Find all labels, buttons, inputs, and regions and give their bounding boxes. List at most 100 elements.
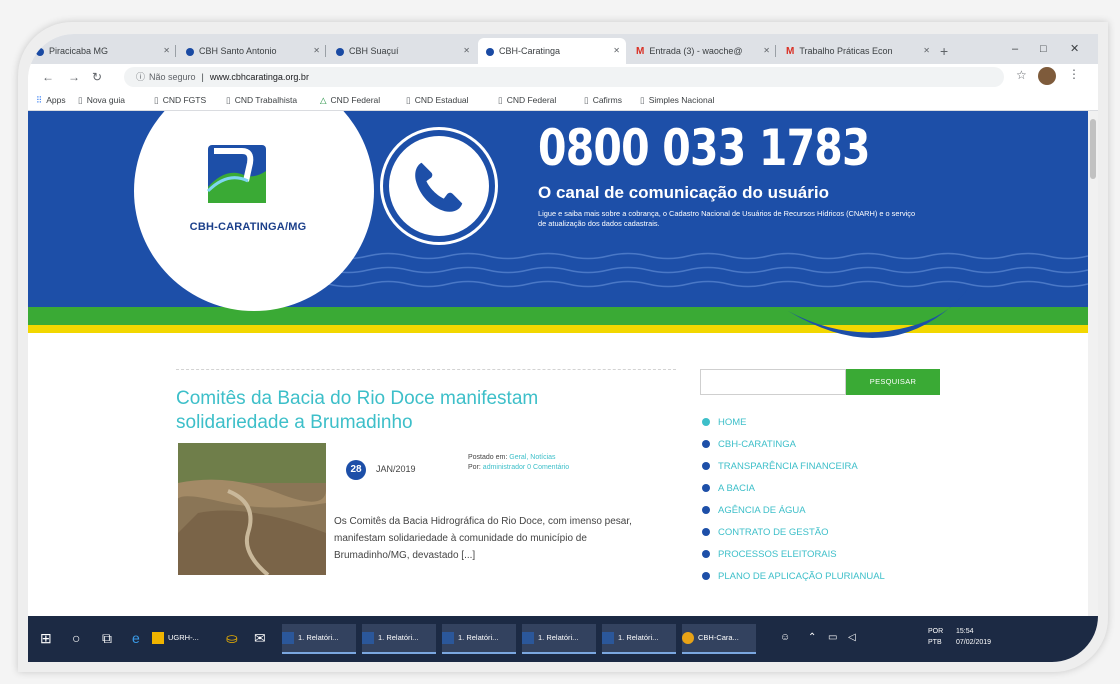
page-icon: ▯ (154, 95, 159, 105)
phone-description: Ligue e saiba mais sobre a cobrança, o C… (538, 209, 916, 228)
post-title[interactable]: Comitês da Bacia do Rio Doce manifestam … (176, 387, 646, 435)
new-tab-button[interactable]: + (940, 38, 948, 64)
info-icon[interactable]: ⓘ (136, 72, 145, 82)
bookmark-item[interactable]: ▯ Nova guia (78, 90, 125, 110)
word-icon (602, 632, 614, 645)
search-button[interactable]: PESQUISAR (846, 369, 940, 395)
post-date-day: 28 (346, 460, 366, 480)
post-comments-link[interactable]: 0 Comentário (527, 464, 569, 471)
bookmark-star-icon[interactable]: ☆ (1016, 68, 1027, 82)
tab-label: Piracicaba MG (49, 46, 109, 56)
browser-tab[interactable]: Piracicaba MG ✕ (28, 38, 176, 64)
bookmark-item[interactable]: ▯ CND Trabalhista (226, 90, 297, 110)
security-status[interactable]: Não seguro (149, 72, 196, 82)
menu-item-contrato[interactable]: CONTRATO DE GESTÃO (702, 526, 885, 548)
desktop-screen: Piracicaba MG ✕ CBH Santo Antonio ✕ CBH … (28, 34, 1098, 662)
menu-item-agencia[interactable]: AGÊNCIA DE ÁGUA (702, 504, 885, 526)
bookmark-apps[interactable]: ⠿ Apps (36, 90, 66, 110)
browser-tab[interactable]: M Entrada (3) - waoche@ ✕ (628, 38, 776, 64)
close-tab-icon[interactable]: ✕ (613, 38, 620, 64)
taskbar-app[interactable]: 1. Relatóri... (442, 624, 516, 654)
volume-icon[interactable]: ◁ (848, 628, 856, 648)
post-thumbnail[interactable] (178, 443, 326, 575)
browser-tab-bar: Piracicaba MG ✕ CBH Santo Antonio ✕ CBH … (28, 34, 1098, 64)
close-tab-icon[interactable]: ✕ (923, 38, 930, 64)
wave-decoration (288, 266, 1088, 274)
chrome-icon (682, 632, 694, 645)
address-bar-row: ← → ↻ ⓘ Não seguro | www.cbhcaratinga.org.b… (28, 64, 1098, 90)
taskbar-app[interactable]: 1. Relatóri... (602, 624, 676, 654)
word-icon (442, 632, 454, 645)
close-window-button[interactable]: ✕ (1070, 38, 1079, 60)
menu-item-cbh-caratinga[interactable]: CBH-CARATINGA (702, 438, 885, 460)
site-favicon-icon (336, 47, 344, 56)
tray-chevron-icon[interactable]: ⌃ (808, 628, 816, 648)
close-tab-icon[interactable]: ✕ (163, 38, 170, 64)
mail-icon[interactable]: ✉ (254, 628, 266, 648)
page-icon: ▯ (584, 95, 589, 105)
close-tab-icon[interactable]: ✕ (463, 38, 470, 64)
address-bar[interactable]: ⓘ Não seguro | www.cbhcaratinga.org.br (124, 67, 1004, 87)
web-page: 0800 033 1783 O canal de comunicação do … (28, 111, 1098, 616)
menu-item-home[interactable]: HOME (702, 416, 885, 438)
back-arrow-icon[interactable]: ← (42, 68, 54, 86)
page-scrollbar[interactable] (1088, 111, 1098, 616)
edge-browser-icon[interactable]: e (132, 628, 140, 648)
page-icon: ▯ (226, 95, 231, 105)
search-input[interactable] (700, 369, 846, 395)
browser-tab-active[interactable]: CBH-Caratinga ✕ (478, 38, 626, 64)
menu-item-transparencia[interactable]: TRANSPARÊNCIA FINANCEIRA (702, 460, 885, 482)
post-author-link[interactable]: administrador (483, 464, 525, 471)
page-icon: ▯ (406, 95, 411, 105)
browser-tab[interactable]: CBH Santo Antonio ✕ (178, 38, 326, 64)
tab-label: CBH-Caratinga (499, 46, 561, 56)
site-favicon-icon (486, 47, 494, 56)
bookmarks-bar: ⠿ Apps ▯ Nova guia ▯ CND FGTS ▯ CND Trabalhi… (28, 90, 1098, 111)
gmail-icon: M (636, 45, 645, 57)
taskbar-app[interactable]: 1. Relatóri... (522, 624, 596, 654)
browser-tab[interactable]: CBH Suaçuí ✕ (328, 38, 476, 64)
close-tab-icon[interactable]: ✕ (763, 38, 770, 64)
network-icon[interactable]: ▭ (828, 628, 837, 648)
menu-item-a-bacia[interactable]: A BACIA (702, 482, 885, 504)
bookmark-item[interactable]: ▯ CND FGTS (154, 90, 206, 110)
cbh-logo-icon[interactable] (204, 141, 270, 207)
task-view-icon[interactable]: ⧉ (102, 628, 112, 648)
reload-icon[interactable]: ↻ (92, 68, 102, 86)
gmail-icon: M (786, 45, 795, 57)
store-bag-icon[interactable]: ⛀ (226, 628, 238, 648)
profile-avatar[interactable] (1038, 67, 1056, 85)
cortana-search-icon[interactable]: ○ (72, 628, 80, 648)
bookmark-item[interactable]: △ CND Federal (320, 90, 380, 110)
menu-item-plano[interactable]: PLANO DE APLICAÇÃO PLURIANUAL (702, 570, 885, 592)
site-favicon-icon (186, 47, 194, 56)
forward-arrow-icon[interactable]: → (68, 68, 80, 86)
taskbar-app-chrome[interactable]: CBH-Cara... (682, 624, 756, 654)
menu-item-processos[interactable]: PROCESSOS ELEITORAIS (702, 548, 885, 570)
post-categories-link[interactable]: Geral, Notícias (509, 454, 555, 461)
language-indicator[interactable]: POR PTB (928, 626, 943, 648)
browser-tab[interactable]: M Trabalho Práticas Econ ✕ (778, 38, 936, 64)
maximize-button[interactable]: □ (1040, 38, 1047, 60)
bookmark-item[interactable]: ▯ CND Estadual (406, 90, 469, 110)
logo-text[interactable]: CBH-CARATINGA/MG (148, 221, 348, 233)
close-tab-icon[interactable]: ✕ (313, 38, 320, 64)
bookmark-item[interactable]: ▯ Simples Nacional (640, 90, 714, 110)
page-icon: ▯ (640, 95, 645, 105)
minimize-button[interactable]: – (1012, 38, 1018, 60)
page-icon: ▯ (498, 95, 503, 105)
bookmark-item[interactable]: ▯ Cafirms (584, 90, 622, 110)
taskbar-app[interactable]: 1. Relatóri... (282, 624, 356, 654)
post-excerpt: Os Comitês da Bacia Hidrográfica do Rio … (334, 516, 632, 561)
people-icon[interactable]: ☺ (780, 628, 790, 648)
bookmark-item[interactable]: ▯ CND Federal (498, 90, 556, 110)
url-text[interactable]: www.cbhcaratinga.org.br (210, 72, 309, 82)
menu-kebab-icon[interactable]: ⋮ (1068, 67, 1080, 81)
word-icon (282, 632, 294, 645)
scrollbar-thumb[interactable] (1090, 119, 1096, 179)
taskbar-app[interactable]: 1. Relatóri... (362, 624, 436, 654)
windows-start-icon[interactable]: ⊞ (40, 628, 52, 648)
taskbar-app[interactable]: UGRH-... (152, 624, 214, 652)
clock[interactable]: 15:54 07/02/2019 (956, 626, 991, 648)
phone-handset-icon (415, 162, 463, 212)
